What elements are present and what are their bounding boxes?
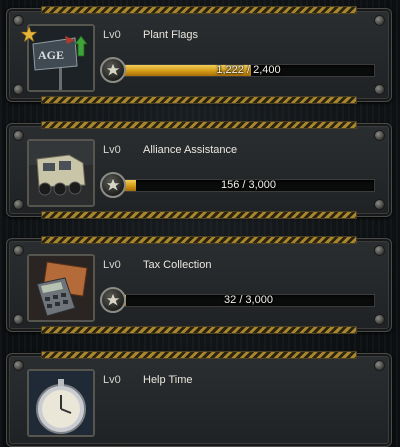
hazard-stripe	[41, 236, 357, 244]
achievement-medal-icon	[100, 57, 126, 83]
achievement-title: Alliance Assistance	[143, 144, 238, 156]
achievement-card-plant-flags[interactable]: AGE Lv0 Plant Flags 1,222 / 2,400	[6, 6, 392, 104]
bolt-icon	[13, 314, 24, 325]
bolt-icon	[374, 314, 385, 325]
bolt-icon	[374, 15, 385, 26]
hazard-stripe	[41, 6, 357, 14]
star-icon	[21, 26, 37, 42]
bolt-icon	[13, 360, 24, 371]
achievement-title: Help Time	[143, 374, 193, 386]
achievement-title: Tax Collection	[143, 259, 212, 271]
achievement-card-help-time[interactable]: Lv0 Help Time	[6, 351, 392, 447]
level-label: Lv0	[103, 374, 121, 386]
progress-bar: 1,222 / 2,400	[122, 64, 375, 77]
bolt-icon	[374, 360, 385, 371]
achievement-medal-icon	[100, 172, 126, 198]
level-label: Lv0	[103, 29, 121, 41]
hazard-stripe	[41, 211, 357, 219]
bolt-icon	[13, 130, 24, 141]
progress-text: 156 / 3,000	[220, 179, 277, 191]
achievement-card-alliance-assistance[interactable]: Lv0 Alliance Assistance 156 / 3,000	[6, 121, 392, 219]
achievement-title: Plant Flags	[143, 29, 199, 41]
hazard-stripe	[41, 121, 357, 129]
hazard-stripe	[41, 96, 357, 104]
bolt-icon	[13, 15, 24, 26]
armored-truck-icon	[27, 139, 95, 207]
pocket-watch-icon	[27, 369, 95, 437]
bolt-icon	[374, 84, 385, 95]
bolt-icon	[374, 130, 385, 141]
svg-text:AGE: AGE	[38, 48, 64, 62]
progress-bar: 32 / 3,000	[122, 294, 375, 307]
hazard-stripe	[41, 326, 357, 334]
level-label: Lv0	[103, 259, 121, 271]
bolt-icon	[13, 84, 24, 95]
achievement-card-tax-collection[interactable]: Lv0 Tax Collection 32 / 3,000	[6, 236, 392, 334]
flag-icon: AGE	[27, 24, 95, 92]
hazard-stripe	[41, 351, 357, 359]
bolt-icon	[13, 199, 24, 210]
calculator-icon	[27, 254, 95, 322]
progress-bar: 156 / 3,000	[122, 179, 375, 192]
bolt-icon	[13, 245, 24, 256]
level-label: Lv0	[103, 144, 121, 156]
bolt-icon	[374, 245, 385, 256]
progress-text: 32 / 3,000	[224, 294, 273, 306]
progress-text: 1,222 / 2,400	[216, 64, 281, 76]
achievement-medal-icon	[100, 287, 126, 313]
bolt-icon	[374, 199, 385, 210]
